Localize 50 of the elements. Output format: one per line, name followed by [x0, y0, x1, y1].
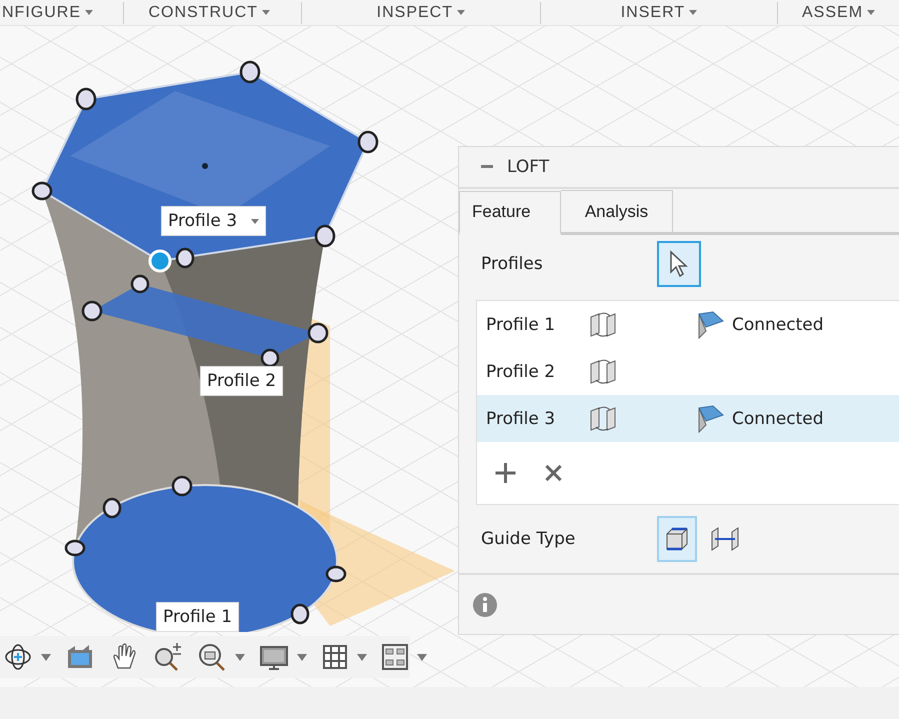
profile-label[interactable]: Profile 2 — [200, 366, 284, 396]
profile-row[interactable]: Profile 2 — [477, 348, 899, 396]
tab[interactable]: Analysis — [561, 190, 673, 232]
flip-direction-icon[interactable] — [588, 404, 618, 433]
grid-icon — [321, 643, 349, 671]
tab[interactable]: Feature — [459, 191, 561, 236]
flag-icon[interactable] — [696, 310, 724, 339]
caret-icon — [357, 654, 367, 660]
guide-type-button[interactable] — [657, 516, 697, 562]
select-button[interactable] — [657, 240, 701, 287]
menu-item[interactable]: NFIGURE — [2, 2, 124, 24]
caret-icon — [235, 654, 245, 660]
zoom-icon — [153, 642, 183, 672]
caret-icon — [262, 10, 270, 15]
menu-item[interactable]: INSERT — [540, 2, 778, 24]
orbit-icon — [3, 642, 33, 672]
caret-icon — [297, 654, 307, 660]
profile-label[interactable]: Profile 3 — [161, 206, 266, 236]
condition-text: Connected — [732, 314, 824, 335]
field-label: Profiles — [481, 254, 544, 274]
panel-title: LOFT — [507, 156, 550, 177]
caret-icon — [867, 10, 876, 15]
collapse-icon[interactable] — [481, 165, 493, 168]
field-label: Guide Type — [481, 529, 576, 550]
remove-icon[interactable] — [543, 463, 563, 484]
flag-icon[interactable] — [696, 404, 724, 433]
caret-icon — [85, 10, 93, 15]
profile-label[interactable]: Profile 1 — [156, 602, 240, 632]
caret-icon — [689, 10, 698, 15]
menu-item[interactable]: ASSEM — [778, 2, 899, 24]
caret-icon — [417, 654, 427, 660]
cube-icon — [664, 526, 690, 552]
menu-item[interactable]: CONSTRUCT — [124, 2, 302, 24]
centerline-icon — [710, 526, 740, 552]
menu-item[interactable]: INSPECT — [302, 2, 541, 24]
profile-row[interactable]: Profile 3 Connected — [477, 395, 899, 442]
profile-row[interactable]: Profile 1 Connected — [477, 301, 899, 348]
zoom-fit-icon — [197, 642, 227, 672]
caret-icon — [41, 654, 51, 660]
flip-direction-icon[interactable] — [588, 358, 618, 386]
flip-direction-icon[interactable] — [588, 310, 618, 339]
caret-icon — [251, 218, 260, 224]
add-icon[interactable] — [495, 463, 515, 484]
pointer-icon — [668, 250, 690, 278]
caret-icon — [456, 10, 465, 15]
info-icon[interactable] — [473, 592, 497, 617]
profile-name: Profile 1 — [486, 314, 556, 335]
condition-text: Connected — [732, 408, 824, 429]
profile-name: Profile 3 — [486, 408, 556, 429]
profile-name: Profile 2 — [486, 362, 556, 382]
